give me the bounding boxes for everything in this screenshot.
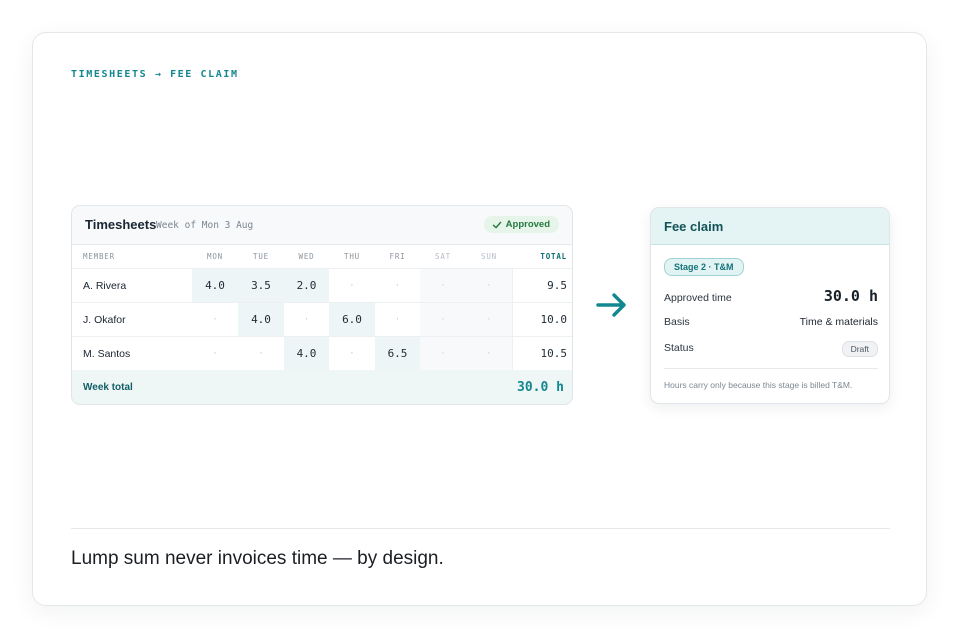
divider (664, 368, 878, 369)
approved-badge: Approved (483, 216, 559, 233)
member-name: M. Santos (72, 336, 192, 371)
tagline: Lump sum never invoices time — by design… (71, 548, 444, 569)
hours-cell[interactable]: 4.0 (238, 302, 284, 337)
timesheet-grid: MEMBER MON TUE WED THU FRI SAT SUN TOTAL… (72, 244, 572, 371)
fee-claim-header: Fee claim (651, 208, 889, 245)
timesheet-panel: Timesheets Week of Mon 3 Aug Approved ME… (71, 205, 573, 405)
divider (71, 528, 890, 529)
approved-time-label: Approved time (664, 292, 732, 304)
col-tue: TUE (238, 244, 284, 269)
check-icon (492, 221, 501, 228)
approved-time-value: 30.0 h (823, 287, 878, 305)
hours-cell[interactable]: 3.5 (238, 268, 284, 303)
eyebrow-label: TIMESHEETS → FEE CLAIM (71, 69, 239, 80)
row-total: 10.0 (511, 302, 572, 337)
hours-cell[interactable]: · (329, 336, 375, 371)
hours-cell[interactable]: · (466, 336, 512, 371)
col-sat: SAT (420, 244, 466, 269)
week-total-label: Week total (83, 382, 133, 393)
timesheet-week: Week of Mon 3 Aug (156, 220, 254, 231)
hours-cell[interactable]: 6.5 (375, 336, 420, 371)
hours-cell[interactable]: 4.0 (284, 336, 329, 371)
hours-cell[interactable]: · (284, 302, 329, 337)
hours-cell[interactable]: 4.0 (192, 268, 238, 303)
hours-cell[interactable]: · (192, 302, 238, 337)
member-name: A. Rivera (72, 268, 192, 303)
fee-claim-note: Hours carry only because this stage is b… (664, 380, 853, 390)
hours-cell[interactable]: · (420, 302, 466, 337)
approved-badge-label: Approved (505, 219, 550, 230)
hours-cell[interactable]: · (375, 268, 420, 303)
basis-label: Basis (664, 316, 690, 328)
col-fri: FRI (375, 244, 420, 269)
timesheet-header-row: MEMBER MON TUE WED THU FRI SAT SUN TOTAL (72, 244, 572, 269)
arrow-right-icon (596, 293, 626, 317)
col-member: MEMBER (72, 244, 192, 269)
table-row: M. Santos · · 4.0 · 6.5 · · 10.5 (72, 336, 572, 371)
hours-cell[interactable]: · (375, 302, 420, 337)
hours-cell[interactable]: · (420, 268, 466, 303)
member-name: J. Okafor (72, 302, 192, 337)
hours-cell[interactable]: · (329, 268, 375, 303)
timesheet-title: Timesheets (85, 217, 157, 232)
hours-cell[interactable]: · (238, 336, 284, 371)
basis-value: Time & materials (799, 316, 878, 328)
table-row: J. Okafor · 4.0 · 6.0 · · · 10.0 (72, 302, 572, 337)
hours-cell[interactable]: · (420, 336, 466, 371)
timesheet-header: Timesheets Week of Mon 3 Aug Approved (72, 206, 572, 245)
status-badge: Draft (841, 341, 878, 357)
hours-cell[interactable]: · (466, 302, 512, 337)
table-row: A. Rivera 4.0 3.5 2.0 · · · · 9.5 (72, 268, 572, 303)
col-sun: SUN (466, 244, 512, 269)
hours-cell[interactable]: · (192, 336, 238, 371)
stage-chip: Stage 2 · T&M (664, 258, 744, 276)
row-total: 9.5 (511, 268, 572, 303)
col-total: TOTAL (512, 244, 572, 269)
fee-claim-title: Fee claim (664, 219, 724, 234)
row-total: 10.5 (511, 336, 572, 371)
col-wed: WED (284, 244, 329, 269)
week-total-row: Week total 30.0 h (72, 370, 572, 404)
fee-claim-panel: Fee claim Stage 2 · T&M Approved time 30… (650, 207, 890, 404)
col-thu: THU (329, 244, 375, 269)
hours-cell[interactable]: · (466, 268, 512, 303)
status-label: Status (664, 342, 694, 354)
week-total-value: 30.0 h (517, 380, 564, 395)
diagram-card: TIMESHEETS → FEE CLAIM Timesheets Week o… (32, 32, 927, 606)
col-mon: MON (192, 244, 238, 269)
hours-cell[interactable]: 6.0 (329, 302, 375, 337)
hours-cell[interactable]: 2.0 (284, 268, 329, 303)
